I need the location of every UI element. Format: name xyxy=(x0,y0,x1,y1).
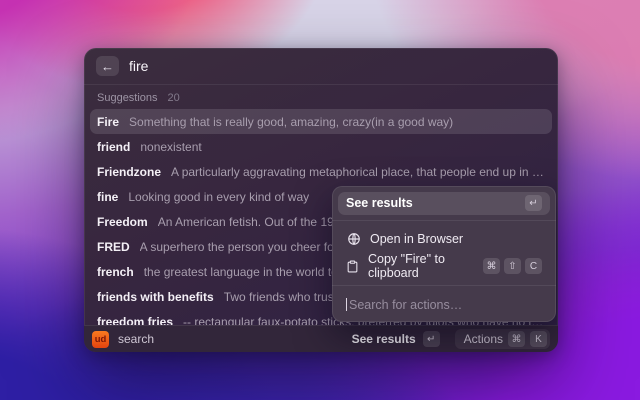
command-name: search xyxy=(118,332,155,346)
actions-search-placeholder: Search for actions… xyxy=(349,297,463,312)
menu-item-copy-to-clipboard[interactable]: Copy "Fire" to clipboard ⌘ ⇧ C xyxy=(338,252,550,280)
section-header: Suggestions 20 xyxy=(84,85,558,106)
term-label: freedom fries xyxy=(97,314,174,326)
clipboard-icon xyxy=(346,260,359,273)
urban-dictionary-app-icon: ud xyxy=(92,330,109,348)
menu-item-label: See results xyxy=(346,196,413,211)
status-bar: ud search See results ↵ Actions ⌘ K xyxy=(84,325,558,352)
c-key-icon: C xyxy=(525,258,542,275)
globe-icon xyxy=(346,232,361,246)
command-key-icon: ⌘ xyxy=(508,331,525,347)
menu-item-open-in-browser[interactable]: Open in Browser xyxy=(338,226,550,252)
arrow-left-icon: ← xyxy=(101,58,114,74)
actions-button[interactable]: Actions ⌘ K xyxy=(454,329,550,349)
menu-item-label: Copy "Fire" to clipboard xyxy=(368,252,445,281)
k-key-icon: K xyxy=(530,331,547,347)
launcher-window: ← fire Suggestions 20 Fire Something tha… xyxy=(84,48,558,352)
text-caret xyxy=(346,298,347,312)
term-label: french xyxy=(97,264,134,279)
list-item[interactable]: friend nonexistent xyxy=(90,134,552,159)
term-label: FRED xyxy=(97,239,130,254)
menu-divider xyxy=(332,219,556,221)
section-title: Suggestions xyxy=(97,91,158,104)
section-count: 20 xyxy=(167,91,180,104)
search-input[interactable]: fire xyxy=(129,58,148,74)
term-label: friends with benefits xyxy=(97,289,214,304)
term-label: Fire xyxy=(97,114,120,129)
term-label: Friendzone xyxy=(97,164,162,179)
shortcut-keys: ⌘ ⇧ C xyxy=(483,258,542,275)
return-key-icon: ↵ xyxy=(525,195,542,212)
definition-text: Something that is really good, amazing, … xyxy=(129,114,454,129)
menu-item-see-results[interactable]: See results ↵ xyxy=(338,192,550,215)
return-key-icon: ↵ xyxy=(422,331,440,347)
list-item[interactable]: Friendzone A particularly aggravating me… xyxy=(90,159,552,184)
definition-text: A superhero the person you cheer for xyxy=(139,239,338,254)
search-bar: ← fire xyxy=(84,48,558,85)
primary-action-button[interactable]: See results xyxy=(352,332,416,346)
menu-divider xyxy=(332,285,556,287)
definition-text: A particularly aggravating metaphorical … xyxy=(171,164,545,179)
definition-text: Looking good in every kind of way xyxy=(128,189,310,204)
actions-menu: See results ↵ Open in Browser Copy "Fire… xyxy=(332,186,556,322)
back-button[interactable]: ← xyxy=(96,56,119,76)
term-label: fine xyxy=(97,189,119,204)
menu-item-label: Open in Browser xyxy=(370,232,464,246)
command-key-icon: ⌘ xyxy=(483,258,500,275)
screen: ← fire Suggestions 20 Fire Something tha… xyxy=(0,0,640,400)
actions-search-input[interactable]: Search for actions… xyxy=(338,293,550,316)
shift-key-icon: ⇧ xyxy=(504,258,521,275)
actions-button-label: Actions xyxy=(463,332,503,346)
term-label: Freedom xyxy=(97,214,148,229)
term-label: friend xyxy=(97,139,131,154)
list-item[interactable]: Fire Something that is really good, amaz… xyxy=(90,109,552,134)
definition-text: nonexistent xyxy=(140,139,202,154)
